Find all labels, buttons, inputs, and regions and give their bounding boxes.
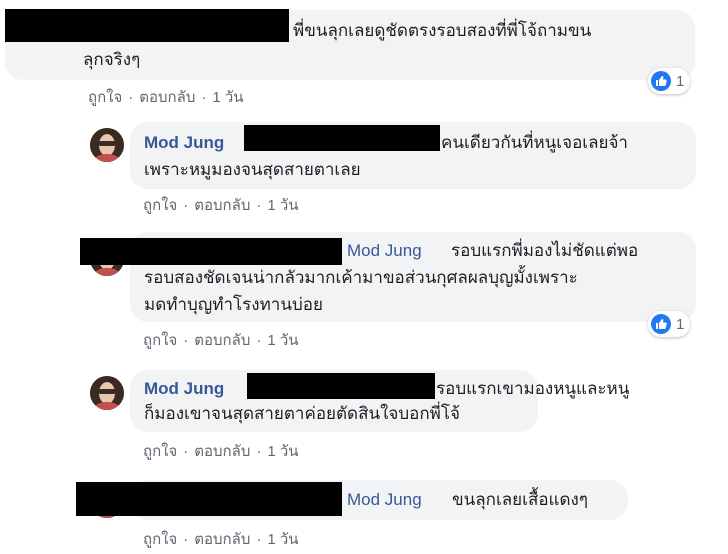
reply-link[interactable]: ตอบกลับ [194,332,250,349]
comment-text: ขนลุกเลยเสื้อแดงๆ [452,490,588,509]
reply-link[interactable]: ตอบกลับ [194,197,250,214]
avatar[interactable] [90,376,124,410]
reaction-count: 1 [676,72,685,90]
avatar[interactable] [90,128,124,162]
timestamp[interactable]: 1 วัน [212,89,243,106]
timestamp[interactable]: 1 วัน [267,531,298,548]
comment-actions: ถูกใจ · ตอบกลับ · 1 วัน [88,89,244,106]
redacted-author-name [80,238,342,265]
comment-text: มดทำบุญทำโรงทานบ่อย [144,295,323,314]
comment-actions: ถูกใจ · ตอบกลับ · 1 วัน [143,443,299,460]
reaction-count: 1 [676,315,685,333]
mention-link[interactable]: Mod Jung [347,487,422,512]
timestamp[interactable]: 1 วัน [267,332,298,349]
like-reaction-count[interactable]: 1 [648,311,691,337]
timestamp[interactable]: 1 วัน [267,443,298,460]
comment-text: เพราะหมูมองจนสุดสายตาเลย [144,160,361,179]
timestamp[interactable]: 1 วัน [267,197,298,214]
comment-actions: ถูกใจ · ตอบกลับ · 1 วัน [143,531,299,548]
comment-text: รอบแรกเขามองหนูและหนู [436,379,630,398]
comment-text: ก็มองเขาจนสุดสายตาค่อยตัดสินใจบอกพี่โจ้ [144,404,460,423]
like-link[interactable]: ถูกใจ [143,197,177,214]
redacted-author-name [5,9,289,42]
reply-link[interactable]: ตอบกลับ [139,89,195,106]
like-reaction-count[interactable]: 1 [648,68,691,94]
mention-link[interactable]: Mod Jung [347,238,422,263]
comment-actions: ถูกใจ · ตอบกลับ · 1 วัน [143,332,299,349]
reply-link[interactable]: ตอบกลับ [194,443,250,460]
comment-text: รอบแรกพี่มองไม่ชัดแต่พอ [451,241,639,260]
comment-actions: ถูกใจ · ตอบกลับ · 1 วัน [143,197,299,214]
like-link[interactable]: ถูกใจ [143,332,177,349]
like-link[interactable]: ถูกใจ [88,89,122,106]
comment-text: ลุกจริงๆ [83,50,141,69]
like-link[interactable]: ถูกใจ [143,531,177,548]
redacted-tagged-name [244,125,440,151]
comment-text: รอบสองชัดเจนน่ากลัวมากเค้ามาขอส่วนกุศลผล… [144,268,578,287]
comment-author[interactable]: Mod Jung [144,376,224,401]
comment-author[interactable]: Mod Jung [144,130,224,155]
like-icon [651,71,671,91]
like-link[interactable]: ถูกใจ [143,443,177,460]
redacted-tagged-name [247,373,435,399]
redacted-author-name [76,482,342,516]
like-icon [651,314,671,334]
comment-text: คนเดียวกันที่หนูเจอเลยจ้า [441,133,628,152]
reply-link[interactable]: ตอบกลับ [194,531,250,548]
comment-text: พี่ขนลุกเลยดูชัดตรงรอบสองที่พี่โจ้ถามขน [293,21,592,40]
